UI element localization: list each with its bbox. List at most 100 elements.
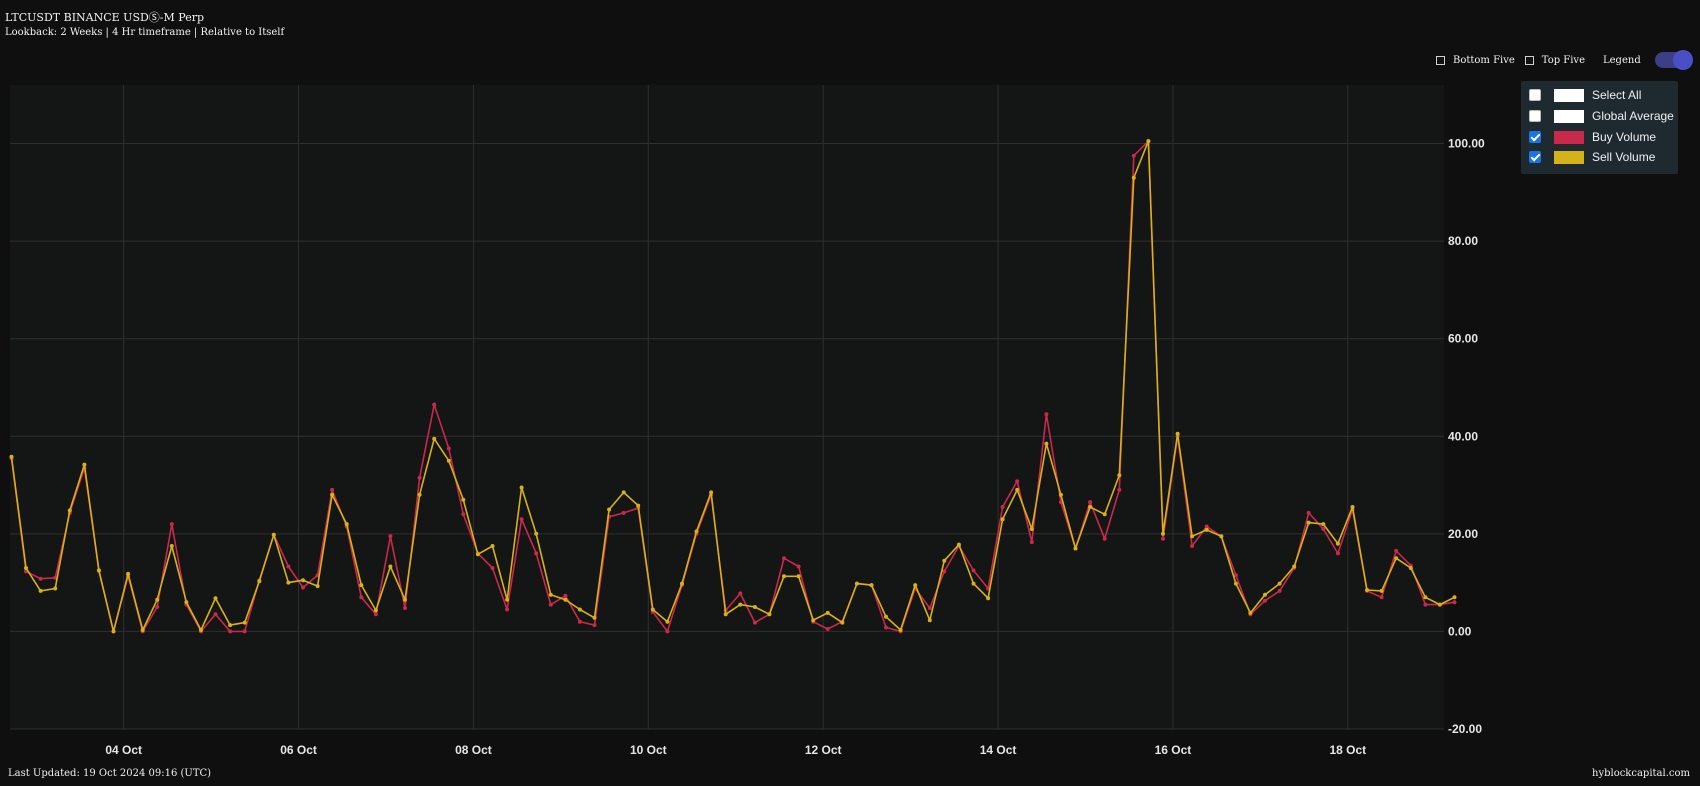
buy-volume-point <box>665 629 670 634</box>
buy-volume-point <box>796 564 801 569</box>
sell-volume-point <box>1335 541 1340 546</box>
sell-volume-point <box>126 571 131 576</box>
sell-volume-point <box>1000 517 1005 522</box>
buy-volume-point <box>942 569 947 574</box>
buy-volume-point <box>1161 536 1165 541</box>
x-tick-label: 14 Oct <box>980 743 1017 757</box>
sell-volume-point <box>359 583 364 588</box>
sell-volume-point <box>1204 527 1209 532</box>
sell-volume-point <box>53 586 58 591</box>
sell-volume-point <box>1379 588 1384 593</box>
buy-volume-point <box>1452 600 1457 605</box>
buy-volume-point <box>1277 588 1282 593</box>
buy-volume-point <box>577 619 582 624</box>
x-tick-label: 10 Oct <box>630 743 667 757</box>
sell-volume-point <box>913 583 918 588</box>
buy-volume-point <box>825 627 830 631</box>
buy-volume-point <box>519 517 524 522</box>
sell-volume-point <box>942 558 947 563</box>
buy-volume-point <box>432 402 437 407</box>
y-tick-label: 40.00 <box>1448 429 1478 443</box>
y-tick-label: 20.00 <box>1448 527 1478 541</box>
sell-volume-point <box>1394 556 1399 561</box>
sell-volume-point <box>213 596 218 601</box>
buy-volume-point <box>330 487 335 492</box>
sell-volume-point <box>373 608 378 613</box>
buy-volume-point <box>738 591 743 596</box>
sell-volume-point <box>811 618 816 623</box>
sell-volume-point <box>650 607 655 612</box>
y-tick-label: -20.00 <box>1448 722 1482 736</box>
sell-volume-point <box>738 602 743 607</box>
buy-volume-point <box>1044 412 1049 417</box>
buy-volume-point <box>155 605 160 609</box>
sell-volume-point <box>140 628 145 632</box>
buy-volume-point <box>388 534 393 539</box>
buy-volume-point <box>242 629 247 634</box>
buy-volume-point <box>301 585 305 590</box>
sell-volume-point <box>1306 520 1311 525</box>
buy-volume-point <box>548 602 553 607</box>
sell-volume-point <box>1408 566 1413 570</box>
sell-volume-point <box>242 620 247 625</box>
buy-volume-point <box>971 568 976 573</box>
sell-volume-point <box>388 564 393 569</box>
sell-volume-point <box>884 614 888 619</box>
sell-volume-point <box>723 612 728 617</box>
buy-volume-point <box>446 446 451 451</box>
sell-volume-point <box>519 485 524 490</box>
sell-volume-point <box>301 578 305 583</box>
sell-volume-point <box>840 620 845 625</box>
sell-volume-point <box>825 610 830 615</box>
sell-volume-point <box>111 629 116 634</box>
sell-volume-point <box>563 597 568 602</box>
sell-volume-point <box>665 619 670 624</box>
buy-volume-point <box>359 595 364 600</box>
buy-volume-point <box>534 551 539 556</box>
y-tick-label: 0.00 <box>1448 624 1472 638</box>
sell-volume-point <box>1058 492 1063 497</box>
sell-volume-point <box>9 454 14 459</box>
sell-volume-point <box>315 584 320 589</box>
sell-volume-point <box>1029 527 1034 531</box>
buy-volume-point <box>403 606 407 610</box>
sell-volume-point <box>927 618 932 623</box>
sell-volume-point <box>184 600 189 605</box>
buy-volume-point <box>927 606 932 610</box>
sell-volume-point <box>1175 431 1180 436</box>
x-tick-label: 08 Oct <box>455 743 492 757</box>
sell-volume-point <box>417 492 422 497</box>
buy-volume-point <box>38 576 43 581</box>
sell-volume-point <box>1044 441 1049 446</box>
buy-volume-point <box>228 629 233 634</box>
buy-volume-point <box>592 623 597 628</box>
buy-volume-point <box>1306 510 1311 515</box>
buy-volume-point <box>1117 487 1122 492</box>
buy-volume-point <box>373 612 378 617</box>
plot-area <box>10 85 1444 729</box>
buy-volume-point <box>563 593 568 598</box>
sell-volume-point <box>796 574 801 579</box>
sell-volume-point <box>1088 505 1093 509</box>
sell-volume-point <box>1263 592 1267 597</box>
sell-volume-point <box>67 508 72 513</box>
sell-volume-point <box>1190 534 1195 539</box>
sell-volume-point <box>636 503 641 508</box>
sell-volume-point <box>490 544 495 548</box>
buy-volume-point <box>1423 602 1428 607</box>
sell-volume-point <box>1292 564 1297 569</box>
sell-volume-point <box>286 580 291 585</box>
buy-volume-point <box>1190 544 1195 548</box>
sell-volume-point <box>1248 610 1253 615</box>
buy-volume-point <box>213 612 218 617</box>
sell-volume-point <box>854 581 859 586</box>
sell-volume-point <box>752 605 757 609</box>
buy-volume-point <box>490 566 495 570</box>
sell-volume-point <box>199 628 203 632</box>
sell-volume-point <box>971 581 976 586</box>
sell-volume-point <box>169 544 174 548</box>
buy-volume-point <box>169 522 174 527</box>
y-axis-labels: 100.00 80.00 60.00 40.00 20.00 0.00 -20.00 <box>1448 137 1485 736</box>
buy-volume-point <box>752 620 757 625</box>
brand-watermark: hyblockcapital.com <box>1592 768 1690 779</box>
